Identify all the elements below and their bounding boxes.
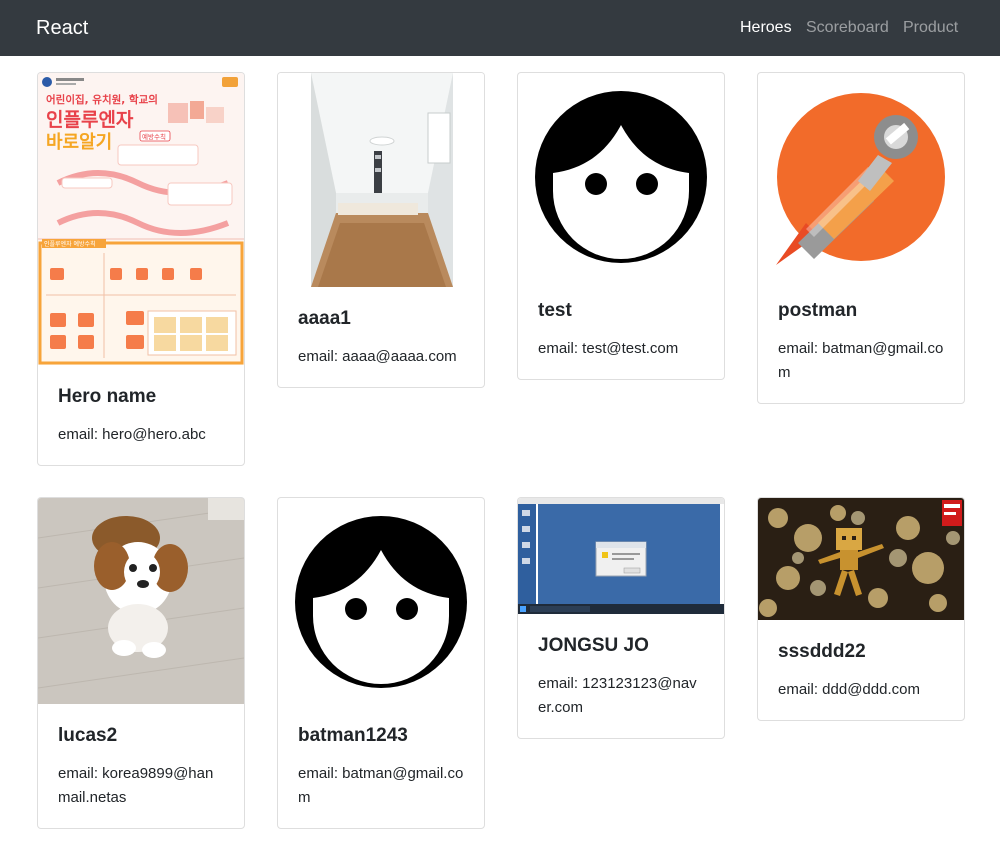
hero-name: test xyxy=(538,300,572,321)
poster-badge: 예방수칙 xyxy=(142,132,166,141)
hero-name: sssddd22 xyxy=(778,641,866,662)
hero-card[interactable]: aaaa1 email: aaaa@aaaa.com xyxy=(277,72,485,388)
desktop-screenshot xyxy=(518,498,724,614)
top-navbar: React Heroes Scoreboard Product xyxy=(0,0,1000,56)
brand-logo[interactable]: React xyxy=(36,16,88,40)
nav-link-heroes[interactable]: Heroes xyxy=(740,18,792,38)
card-body: sssddd22 email: ddd@ddd.com xyxy=(758,620,964,720)
hero-email: email: 123123123@naver.com xyxy=(538,675,697,716)
card-body: lucas2 email: korea9899@hanmail.netas xyxy=(38,704,244,828)
hero-card[interactable]: batman1243 email: batman@gmail.com xyxy=(277,497,485,829)
hero-card[interactable]: postman email: batman@gmail.com xyxy=(757,72,965,404)
hero-name: Hero name xyxy=(58,386,157,407)
card-body: Hero name email: hero@hero.abc xyxy=(38,365,244,465)
nav-link-product[interactable]: Product xyxy=(903,18,958,38)
hero-email: email: korea9899@hanmail.netas xyxy=(58,765,214,806)
card-body: batman1243 email: batman@gmail.com xyxy=(278,704,484,828)
poster-title-line1: 어린이집, 유치원, 학교의 xyxy=(46,93,158,106)
face-avatar-icon xyxy=(518,73,724,279)
hero-card[interactable]: sssddd22 email: ddd@ddd.com xyxy=(757,497,965,721)
hero-email: email: ddd@ddd.com xyxy=(778,681,920,698)
hero-name: JONGSU JO xyxy=(538,635,649,656)
danbo-photo xyxy=(758,498,964,620)
hero-image-influenza-poster: 어린이집, 유치원, 학교의 인플루엔자 바로알기 예방수칙 인플루엔자 예방수… xyxy=(38,73,244,365)
hero-name: postman xyxy=(778,300,858,321)
hero-card[interactable]: JONGSU JO email: 123123123@naver.com xyxy=(517,497,725,739)
hero-image-room-photo xyxy=(278,73,484,287)
card-body: JONGSU JO email: 123123123@naver.com xyxy=(518,614,724,738)
hero-email: email: batman@gmail.com xyxy=(298,765,464,806)
hero-name: aaaa1 xyxy=(298,308,351,329)
poster-title-line2: 인플루엔자 xyxy=(46,109,134,131)
hero-name: batman1243 xyxy=(298,725,408,746)
hero-card[interactable]: test email: test@test.com xyxy=(517,72,725,380)
poster-footer-label: 인플루엔자 예방수칙 xyxy=(44,240,96,248)
card-body: postman email: batman@gmail.com xyxy=(758,279,964,403)
hero-email: email: hero@hero.abc xyxy=(58,426,206,443)
hero-name: lucas2 xyxy=(58,725,118,746)
card-body: aaaa1 email: aaaa@aaaa.com xyxy=(278,287,484,387)
hero-card[interactable]: 어린이집, 유치원, 학교의 인플루엔자 바로알기 예방수칙 인플루엔자 예방수… xyxy=(37,72,245,466)
postman-logo xyxy=(758,73,964,279)
card-body: test email: test@test.com xyxy=(518,279,724,379)
nav-link-scoreboard[interactable]: Scoreboard xyxy=(806,18,889,38)
hero-card[interactable]: lucas2 email: korea9899@hanmail.netas xyxy=(37,497,245,829)
dog-photo xyxy=(38,498,244,704)
face-avatar-icon xyxy=(278,498,484,704)
hero-email: email: aaaa@aaaa.com xyxy=(298,348,457,365)
hero-email: email: batman@gmail.com xyxy=(778,340,944,381)
poster-title-line3: 바로알기 xyxy=(46,132,112,153)
hero-email: email: test@test.com xyxy=(538,340,679,357)
